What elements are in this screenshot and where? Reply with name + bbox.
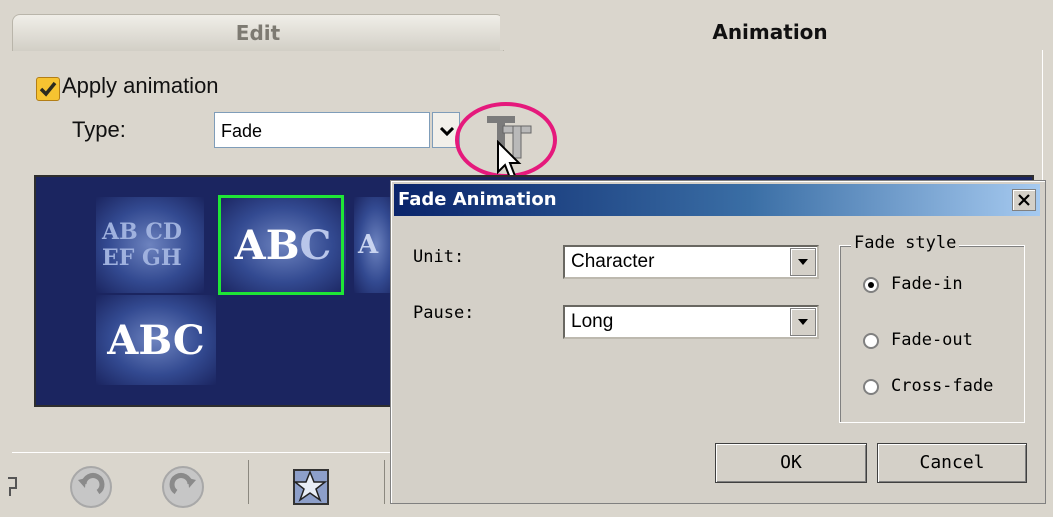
toolbar-separator — [248, 460, 249, 504]
fade-style-title: Fade style — [851, 233, 960, 253]
pause-dropdown-button[interactable] — [790, 308, 816, 336]
type-select[interactable]: Fade — [214, 112, 430, 148]
triangle-down-icon — [798, 259, 808, 265]
animation-thumbnail[interactable]: ABC — [96, 295, 216, 385]
thumbnail-text: EF GH — [102, 245, 182, 271]
undo-icon[interactable] — [68, 464, 114, 510]
unit-label: Unit: — [413, 247, 465, 267]
apply-animation-checkbox[interactable] — [36, 77, 60, 101]
cross-fade-radio[interactable] — [863, 379, 879, 395]
fade-in-radio[interactable] — [863, 277, 879, 293]
tab-animation[interactable]: Animation — [500, 14, 1040, 50]
cancel-button[interactable]: Cancel — [877, 443, 1027, 483]
fade-out-label[interactable]: Fade-out — [891, 330, 973, 350]
chevron-down-icon — [440, 126, 454, 136]
toolbar-separator — [384, 460, 385, 504]
thumbnail-text: A — [358, 230, 379, 260]
pause-select-value: Long — [571, 311, 614, 332]
thumbnail-text: AB CD — [102, 219, 182, 245]
checkmark-icon — [39, 81, 57, 97]
type-label: Type: — [72, 117, 126, 142]
pause-select[interactable]: Long — [563, 305, 819, 339]
thumbnail-text: ABC — [107, 316, 205, 364]
close-icon — [1018, 194, 1030, 206]
pause-label: Pause: — [413, 303, 475, 323]
tab-edit[interactable]: Edit — [12, 14, 504, 51]
selection-frame — [218, 195, 344, 295]
fade-animation-dialog: Fade Animation Unit: Character Pause: Lo… — [390, 180, 1046, 504]
effect-star-icon[interactable] — [290, 464, 336, 510]
move-handle-icon[interactable] — [6, 470, 20, 500]
animation-thumbnail[interactable]: AB CD EF GH — [96, 197, 204, 293]
close-button[interactable] — [1012, 189, 1036, 211]
unit-select[interactable]: Character — [563, 245, 819, 279]
cross-fade-label[interactable]: Cross-fade — [891, 376, 993, 396]
ok-button[interactable]: OK — [715, 443, 867, 483]
dialog-titlebar[interactable]: Fade Animation — [394, 184, 1040, 216]
apply-animation-label: Apply animation — [62, 73, 219, 98]
unit-select-value: Character — [571, 251, 655, 272]
dialog-title: Fade Animation — [398, 189, 557, 210]
triangle-down-icon — [798, 319, 808, 325]
unit-dropdown-button[interactable] — [790, 248, 816, 276]
fade-out-radio[interactable] — [863, 333, 879, 349]
redo-icon[interactable] — [160, 464, 206, 510]
fade-in-label[interactable]: Fade-in — [891, 274, 963, 294]
